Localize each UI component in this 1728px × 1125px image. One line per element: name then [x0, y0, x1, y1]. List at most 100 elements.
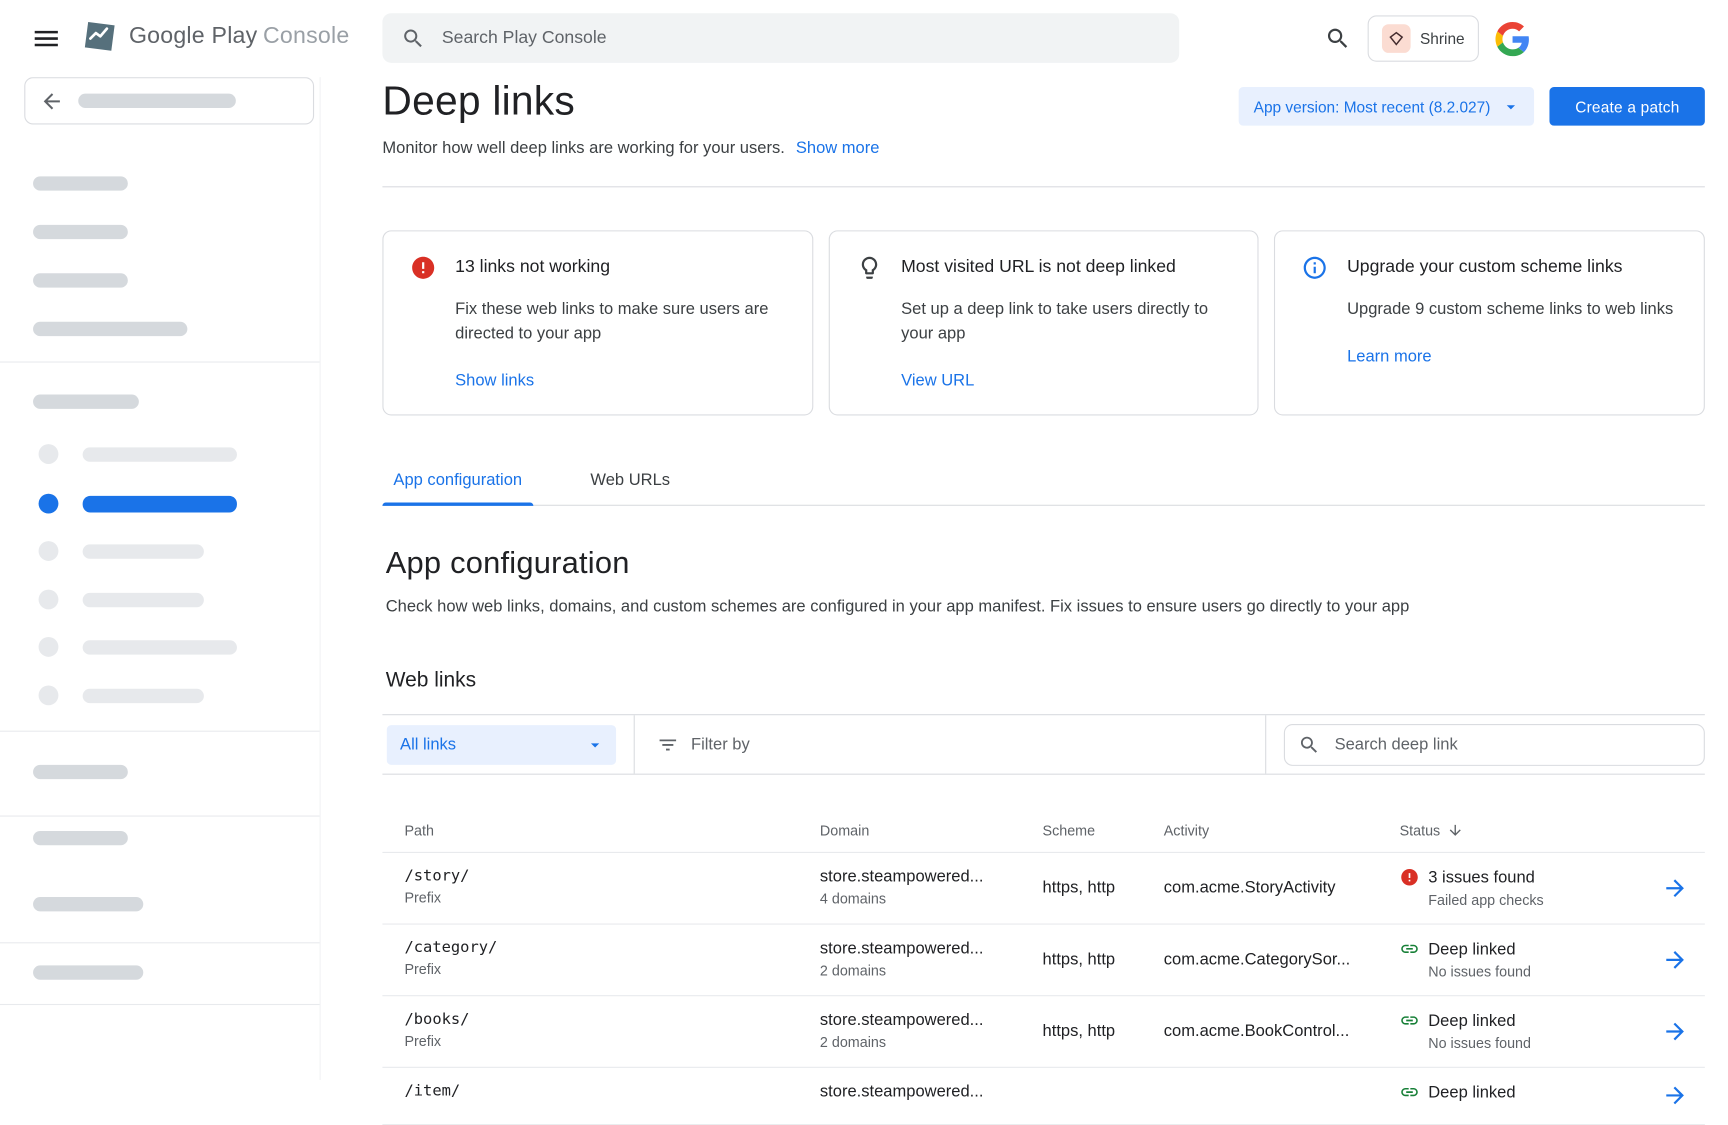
search-icon[interactable]: [1324, 25, 1350, 51]
filter-divider: [1265, 715, 1266, 773]
domain-value: store.steampowered...: [820, 867, 1043, 886]
header-divider: [382, 186, 1704, 187]
web-links-heading: Web links: [386, 669, 1705, 693]
global-search[interactable]: [382, 13, 1179, 63]
card-upgrade-schemes: Upgrade your custom scheme links Upgrade…: [1274, 230, 1705, 415]
status-detail: No issues found: [1428, 963, 1644, 980]
arrow-forward-icon[interactable]: [1661, 946, 1687, 972]
domain-count: 4 domains: [820, 890, 1043, 907]
top-bar: Google PlayConsole Shrine: [0, 0, 1728, 77]
app-version-dropdown[interactable]: App version: Most recent (8.2.027): [1238, 87, 1534, 126]
skeleton-nav-label: [83, 447, 237, 461]
skeleton-bar: [33, 225, 128, 239]
skeleton-nav-icon: [39, 637, 59, 657]
domain-value: store.steampowered...: [820, 939, 1043, 958]
global-search-input[interactable]: [440, 27, 1161, 49]
card-most-visited-url: Most visited URL is not deep linked Set …: [828, 230, 1259, 415]
filter-by-button[interactable]: Filter by: [657, 733, 750, 755]
activity-value: com.acme.BookControl...: [1164, 1022, 1400, 1041]
skeleton-nav-icon: [39, 541, 59, 561]
status-text: Deep linked: [1428, 939, 1515, 958]
sidebar-divider: [0, 816, 320, 817]
page-subtitle: Monitor how well deep links are working …: [382, 139, 784, 158]
arrow-forward-icon[interactable]: [1661, 1018, 1687, 1044]
table-row[interactable]: /category/ Prefix store.steampowered... …: [382, 925, 1704, 997]
skeleton-bar: [33, 897, 143, 911]
skeleton-bar: [33, 176, 128, 190]
chevron-down-icon: [585, 735, 605, 755]
column-header-domain: Domain: [820, 822, 1043, 839]
scheme-value: https, http: [1043, 878, 1164, 897]
filter-bar: All links Filter by: [382, 714, 1704, 775]
status-text: Deep linked: [1428, 1083, 1515, 1102]
play-console-logo[interactable]: Google PlayConsole: [82, 20, 350, 53]
deep-link-search-input[interactable]: [1332, 734, 1690, 755]
skeleton-bar: [33, 273, 128, 287]
domain-value: store.steampowered...: [820, 1011, 1043, 1030]
sort-descending-icon: [1447, 822, 1464, 839]
error-icon: [1400, 867, 1420, 887]
sidebar-divider: [0, 942, 320, 943]
section-description: Check how web links, domains, and custom…: [386, 597, 1705, 616]
link-icon: [1400, 1082, 1420, 1102]
path-type: Prefix: [404, 889, 819, 906]
skeleton-bar: [33, 831, 128, 845]
section-heading: App configuration: [386, 546, 1705, 581]
column-header-path: Path: [404, 822, 819, 839]
table-row[interactable]: /story/ Prefix store.steampowered... 4 d…: [382, 853, 1704, 925]
activity-value: com.acme.CategorySor...: [1164, 950, 1400, 969]
play-console-logo-icon: [82, 20, 119, 53]
sidebar-divider: [0, 1004, 320, 1005]
links-filter-value: All links: [400, 735, 456, 754]
filter-icon: [657, 733, 679, 755]
app-selector[interactable]: Shrine: [1367, 15, 1479, 61]
column-header-activity: Activity: [1164, 822, 1400, 839]
card-body: Fix these web links to make sure users a…: [455, 298, 785, 346]
column-header-scheme: Scheme: [1043, 822, 1164, 839]
skeleton-bar: [33, 322, 187, 336]
arrow-forward-icon[interactable]: [1661, 1082, 1687, 1108]
status-text: Deep linked: [1428, 1011, 1515, 1030]
card-title: 13 links not working: [455, 258, 610, 278]
domain-count: 2 domains: [820, 962, 1043, 979]
search-icon: [1298, 733, 1320, 755]
link-icon: [1400, 1011, 1420, 1031]
status-text: 3 issues found: [1428, 868, 1535, 887]
card-title: Upgrade your custom scheme links: [1347, 258, 1622, 278]
search-icon: [401, 26, 425, 50]
tab-bar: App configuration Web URLs: [382, 456, 1704, 506]
insight-cards: 13 links not working Fix these web links…: [382, 230, 1704, 415]
arrow-forward-icon[interactable]: [1661, 874, 1687, 900]
column-header-status[interactable]: Status: [1400, 822, 1645, 839]
google-account-avatar[interactable]: [1495, 21, 1529, 55]
sidebar-divider: [0, 361, 320, 362]
path-value: /item/: [404, 1082, 819, 1100]
path-type: Prefix: [404, 1033, 819, 1050]
back-button[interactable]: [24, 77, 314, 124]
create-patch-button[interactable]: Create a patch: [1550, 87, 1705, 126]
status-detail: No issues found: [1428, 1035, 1644, 1052]
show-links-link[interactable]: Show links: [455, 371, 534, 390]
domain-value: store.steampowered...: [820, 1082, 1043, 1101]
page-title: Deep links: [382, 77, 879, 125]
table-row[interactable]: /item/ store.steampowered... Deep linked: [382, 1068, 1704, 1125]
tab-app-configuration[interactable]: App configuration: [382, 456, 533, 504]
links-filter-dropdown[interactable]: All links: [387, 725, 616, 765]
sidebar-item-active[interactable]: [83, 496, 237, 513]
logo-text: Google PlayConsole: [129, 23, 349, 49]
arrow-back-icon: [40, 89, 64, 113]
filter-divider: [634, 715, 635, 773]
show-more-link[interactable]: Show more: [796, 139, 880, 158]
table-row[interactable]: /books/ Prefix store.steampowered... 2 d…: [382, 996, 1704, 1068]
info-icon: [1302, 255, 1328, 281]
deep-link-search[interactable]: [1284, 723, 1705, 765]
main-content: Deep links Monitor how well deep links a…: [382, 77, 1704, 1125]
menu-icon[interactable]: [31, 23, 62, 54]
activity-value: com.acme.StoryActivity: [1164, 878, 1400, 897]
view-url-link[interactable]: View URL: [901, 371, 974, 390]
lightbulb-icon: [856, 255, 882, 281]
learn-more-link[interactable]: Learn more: [1347, 347, 1432, 366]
card-body: Set up a deep link to take users directl…: [901, 298, 1231, 346]
sidebar-divider: [0, 731, 320, 732]
tab-web-urls[interactable]: Web URLs: [579, 456, 681, 504]
